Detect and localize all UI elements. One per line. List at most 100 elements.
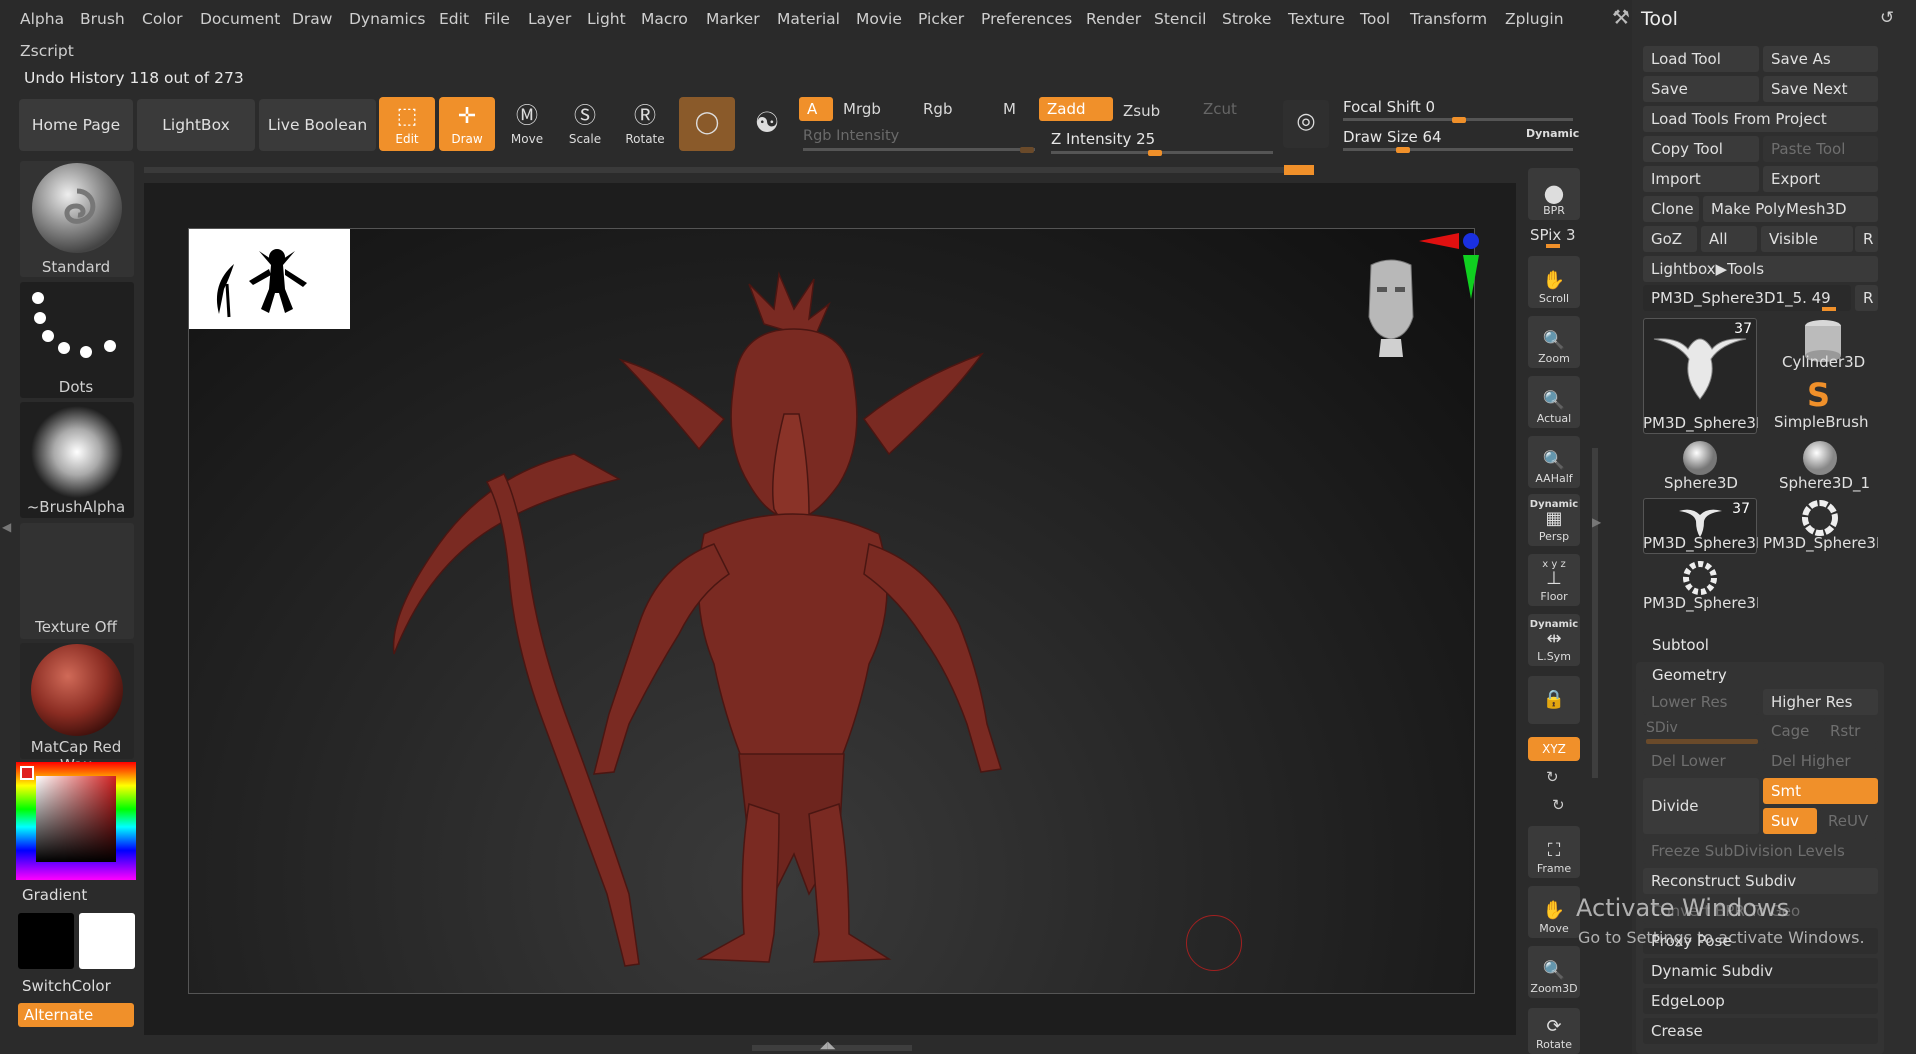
menu-picker[interactable]: Picker [918, 10, 964, 28]
menu-brush[interactable]: Brush [80, 10, 125, 28]
crease-section[interactable]: Crease [1643, 1018, 1878, 1044]
draw-button[interactable]: ✛ Draw [439, 97, 495, 151]
paste-tool-button[interactable]: Paste Tool [1763, 136, 1878, 162]
zoom-button[interactable]: 🔍 Zoom [1528, 316, 1580, 368]
menu-movie[interactable]: Movie [856, 10, 902, 28]
save-next-button[interactable]: Save Next [1763, 76, 1878, 102]
load-tools-from-project-button[interactable]: Load Tools From Project [1643, 106, 1878, 132]
menu-alpha[interactable]: Alpha [20, 10, 64, 28]
bpr-button[interactable]: ● BPR [1528, 168, 1580, 220]
aahalf-button[interactable]: 🔍 AAHalf [1528, 436, 1580, 488]
zoom3d-button[interactable]: 🔍 Zoom3D [1528, 946, 1580, 998]
goz-r-button[interactable]: R [1855, 226, 1878, 252]
menu-texture[interactable]: Texture [1288, 10, 1345, 28]
draw-size-slider[interactable] [1343, 148, 1573, 151]
current-tool-slider-knob[interactable] [1822, 307, 1836, 311]
dynamic-subdiv-section[interactable]: Dynamic Subdiv [1643, 958, 1878, 984]
menu-macro[interactable]: Macro [641, 10, 688, 28]
current-tool-slider[interactable]: PM3D_Sphere3D1_5. 49 [1643, 285, 1851, 311]
axis-gizmo[interactable] [1419, 231, 1479, 301]
goz-all-button[interactable]: All [1701, 226, 1757, 252]
rstr-button[interactable]: Rstr [1822, 718, 1878, 744]
edgeloop-section[interactable]: EdgeLoop [1643, 988, 1878, 1014]
live-boolean-button[interactable]: Live Boolean [259, 99, 376, 151]
z-intensity-slider[interactable] [1051, 151, 1273, 154]
subtool-section-header[interactable]: Subtool [1652, 636, 1709, 654]
primary-color-swatch[interactable] [18, 913, 74, 969]
frame-button[interactable]: ⛶ Frame [1528, 826, 1580, 878]
rotate-z-icon[interactable]: ↻ [1552, 796, 1565, 814]
switch-color-button[interactable]: SwitchColor [22, 977, 111, 995]
tool-thumb-simplebrush[interactable]: S [1763, 376, 1877, 416]
lazy-mouse-button[interactable]: ◎ [1283, 100, 1329, 148]
menu-edit[interactable]: Edit [439, 10, 469, 28]
xyz-rotate-toggle[interactable]: XYZ [1528, 737, 1580, 761]
panel-reset-icon[interactable]: ↺ [1880, 8, 1894, 28]
actual-button[interactable]: 🔍 Actual [1528, 376, 1580, 428]
goblin-model[interactable] [369, 244, 1159, 969]
canvas-expand-arrow-icon[interactable]: ◢◣ [820, 1040, 835, 1051]
geometry-section-header[interactable]: Geometry [1652, 666, 1727, 684]
del-higher-button[interactable]: Del Higher [1763, 748, 1878, 774]
tool-thumb-sphere3d[interactable] [1643, 438, 1757, 478]
scale-button[interactable]: Ⓢ Scale [557, 97, 613, 151]
export-button[interactable]: Export [1763, 166, 1878, 192]
suv-toggle[interactable]: Suv [1763, 808, 1817, 834]
main-color-swatch[interactable] [20, 766, 34, 780]
lower-res-button[interactable]: Lower Res [1643, 689, 1759, 715]
move-view-button[interactable]: ✋ Move [1528, 886, 1580, 938]
left-collapse-arrow-icon[interactable]: ◀ [2, 520, 11, 534]
copy-tool-button[interactable]: Copy Tool [1643, 136, 1759, 162]
make-polymesh-button[interactable]: Make PolyMesh3D [1703, 196, 1878, 222]
menu-marker[interactable]: Marker [706, 10, 760, 28]
material-swatch-button[interactable]: ◯ [679, 97, 735, 151]
smt-toggle[interactable]: Smt [1763, 778, 1878, 804]
load-tool-button[interactable]: Load Tool [1643, 46, 1759, 72]
reference-thumbnail[interactable] [189, 229, 350, 329]
mrgb-toggle[interactable]: Mrgb [835, 97, 915, 121]
secondary-color-swatch[interactable] [79, 913, 135, 969]
clone-button[interactable]: Clone [1643, 196, 1699, 222]
home-page-button[interactable]: Home Page [19, 99, 133, 151]
menu-stencil[interactable]: Stencil [1154, 10, 1206, 28]
floor-button[interactable]: x y z ⊥ Floor [1528, 554, 1580, 606]
m-toggle[interactable]: M [995, 97, 1033, 121]
navigation-head-gizmo[interactable] [1359, 257, 1423, 359]
tool-thumb-ring[interactable] [1763, 498, 1877, 538]
zsub-toggle[interactable]: Zsub [1115, 99, 1191, 123]
reuv-toggle[interactable]: ReUV [1820, 808, 1878, 834]
menu-preferences[interactable]: Preferences [981, 10, 1072, 28]
menu-file[interactable]: File [484, 10, 510, 28]
alternate-toggle[interactable]: Alternate [18, 1003, 134, 1027]
menu-material[interactable]: Material [777, 10, 840, 28]
timeline-track[interactable] [144, 167, 1299, 173]
color-picker[interactable] [16, 762, 136, 880]
rgb-intensity-slider[interactable] [803, 148, 1035, 151]
spix-slider[interactable] [1546, 244, 1560, 248]
cage-button[interactable]: Cage [1763, 718, 1819, 744]
menu-light[interactable]: Light [587, 10, 626, 28]
menu-stroke[interactable]: Stroke [1222, 10, 1271, 28]
z-intensity-knob[interactable] [1148, 150, 1162, 156]
reconstruct-subdiv-button[interactable]: Reconstruct Subdiv [1643, 868, 1878, 894]
menu-document[interactable]: Document [200, 10, 280, 28]
right-shelf-scrollbar[interactable] [1592, 448, 1598, 778]
menu-tool[interactable]: Tool [1360, 10, 1390, 28]
menu-render[interactable]: Render [1086, 10, 1141, 28]
menu-zplugin[interactable]: Zplugin [1505, 10, 1564, 28]
del-lower-button[interactable]: Del Lower [1643, 748, 1759, 774]
move-button[interactable]: Ⓜ Move [499, 97, 555, 151]
focal-shift-knob[interactable] [1452, 117, 1466, 123]
goz-button[interactable]: GoZ [1643, 226, 1697, 252]
lsym-button[interactable]: Dynamic ⇹ L.Sym [1528, 614, 1580, 666]
freeze-subdivision-button[interactable]: Freeze SubDivision Levels [1643, 838, 1878, 864]
tool-thumb-gear[interactable] [1643, 558, 1757, 598]
undo-history[interactable]: Undo History 118 out of 273 [24, 69, 244, 87]
menu-layer[interactable]: Layer [528, 10, 571, 28]
save-button[interactable]: Save [1643, 76, 1759, 102]
spix-label[interactable]: SPix 3 [1530, 226, 1576, 244]
rotate-y-icon[interactable]: ↻ [1546, 768, 1559, 786]
scroll-button[interactable]: ✋ Scroll [1528, 256, 1580, 308]
import-button[interactable]: Import [1643, 166, 1759, 192]
draw-size-knob[interactable] [1396, 147, 1410, 153]
